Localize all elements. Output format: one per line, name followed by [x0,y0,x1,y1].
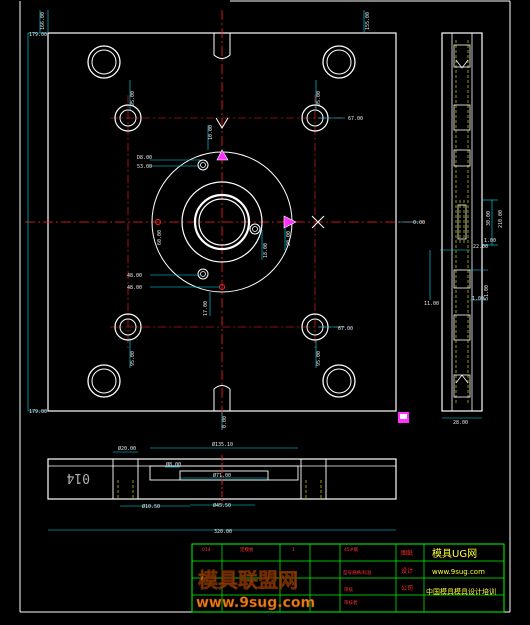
section-dim-f: Ø45.50 [213,502,231,509]
dim-vert-upper: 10.00 [208,125,214,140]
side-dim-b: 30.00 [486,211,492,226]
dim-hole-lr-b: 95.00 [316,351,322,366]
side-dim-g: 11.00 [424,301,439,307]
tb-part-no: 014 [202,547,211,553]
side-dim-d: 1.00 [484,238,496,244]
small-hole-upper [197,159,209,171]
tb-part-name-label: 定模板 [240,546,254,553]
flow-arrow-marker-right [283,215,297,229]
dim-top-a: 166.00 [40,12,46,30]
corner-hole-bl [87,364,121,398]
watermark: 模具联盟网 www.9sug.com [196,568,316,612]
tb-material: 45#钢 [344,546,358,553]
tb-company-label: 公司 [401,585,413,592]
dim-center-left: 60.00 [157,230,163,245]
section-dim-d: Ø71.00 [213,472,231,479]
watermark-url: www.9sug.com [196,595,315,611]
dim-left-bottom: 179.00 [29,409,47,415]
section-marker [398,412,409,423]
dim-right-edge: 0.00 [413,220,425,226]
dim-top-b: 155.00 [365,12,371,30]
tb-row2-a: 型号规格/标准 [343,569,372,576]
small-hole-right [249,223,261,235]
corner-hole-tr [322,45,356,79]
dim-center-small: 18.00 [263,243,269,258]
side-plate-outline [441,32,483,412]
tb-designer-label: 设计 [401,567,413,575]
watermark-text-cn: 模具联盟网 [198,568,298,592]
section-label-014: 014 [66,470,90,485]
plan-view: 179.00 179.00 166.00 155.00 95.00 67.00 … [25,10,425,430]
dim-left-small-a: D8.00 [137,155,152,161]
tb-brand: 模具UG网 [432,548,477,560]
corner-hole-tl [87,45,121,79]
dim-left-small-d: 48.00 [127,285,142,291]
side-view: 210.00 30.00 22.00 1.00 51.00 1.00 11.00… [424,32,504,426]
tb-company: 中国模具模具设计培训 [426,587,496,596]
dim-left-top: 179.00 [29,32,47,38]
side-dim-f: 1.00 [472,296,484,302]
tb-qty: 1 [292,547,295,553]
tb-approve: 审核者 [344,599,358,606]
plan-dimension-text: 179.00 179.00 166.00 155.00 95.00 67.00 … [29,12,425,428]
corner-hole-br [322,364,356,398]
section-dim-a: Ø20.00 [118,445,136,452]
tb-checker: 审核 [344,586,353,593]
plan-dimension-lines [27,10,420,430]
section-dim-b: Ø135.10 [212,441,233,448]
cad-drawing: 179.00 179.00 166.00 155.00 95.00 67.00 … [19,0,511,613]
flow-arrow-marker-top [216,149,229,161]
side-dim-c: 22.00 [473,244,488,250]
small-hole-lower [197,268,209,280]
dim-hole-ur-a: 95.00 [316,91,322,106]
dim-left-small-c: 48.00 [127,273,142,279]
dim-hole-lr-a: 67.00 [338,326,353,332]
dim-center-right: 20.00 [286,231,292,246]
section-dim-e: Ø10.50 [142,503,160,510]
dim-bottom: 0.00 [222,416,228,428]
side-dim-a: 210.00 [498,210,504,228]
tb-url: www.9sug.com [432,568,485,576]
dim-hole-ur-b: 67.00 [348,116,363,122]
section-view: 014 Ø20.00 Ø135.10 Ø8.00 Ø71.00 Ø10.50 Ø… [47,441,397,535]
dim-hole-ll: 95.00 [130,351,136,366]
side-dim-bottom: 28.00 [453,420,468,426]
section-dim-c: Ø8.00 [166,461,181,468]
dim-hole-ul: 95.00 [130,91,136,106]
side-dim-e: 51.00 [484,285,490,300]
section-dim-bottom: 320.00 [214,529,232,535]
dim-lower-small: 17.00 [203,301,209,316]
dim-left-small-b: 53.00 [137,164,152,170]
tb-drawing-label: 图纸 [401,549,413,557]
